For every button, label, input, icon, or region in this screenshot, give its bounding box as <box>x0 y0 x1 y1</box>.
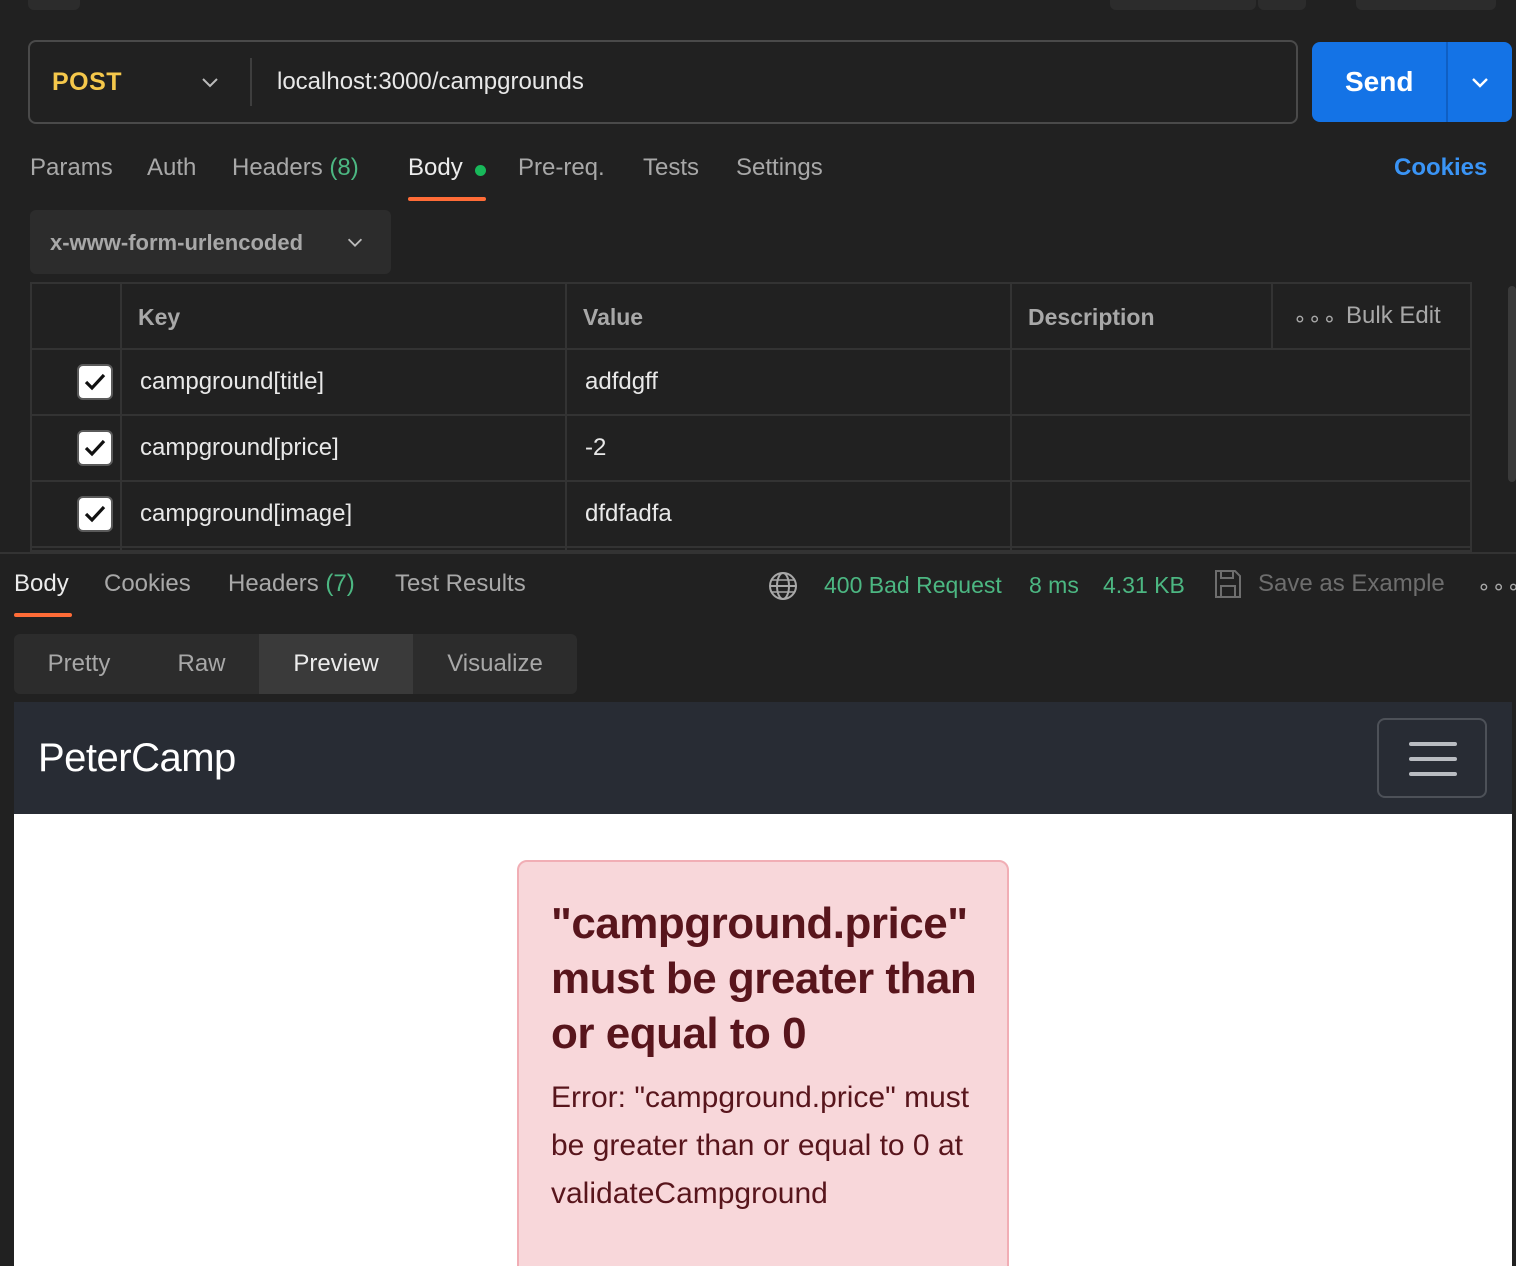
error-alert: "campground.price" must be greater than … <box>517 860 1009 1266</box>
tab-params[interactable]: Params <box>30 154 113 182</box>
check-icon <box>84 439 106 457</box>
param-value[interactable]: dfdfadfa <box>585 500 672 528</box>
table-row: campground[price] -2 <box>32 416 1470 482</box>
send-label: Send <box>1345 66 1414 97</box>
view-tab-visualize[interactable]: Visualize <box>413 634 577 694</box>
tab-tests[interactable]: Tests <box>643 154 699 182</box>
view-tab-raw[interactable]: Raw <box>144 634 259 694</box>
check-icon <box>84 505 106 523</box>
body-type-label: x-www-form-urlencoded <box>50 230 304 255</box>
response-view-tabs: Pretty Raw Preview Visualize <box>14 634 577 694</box>
pane-divider[interactable] <box>0 552 1516 554</box>
chevron-down-icon[interactable] <box>198 70 222 94</box>
params-table: Key Value Description ∘∘∘ Bulk Edit camp… <box>30 282 1472 552</box>
tab-settings[interactable]: Settings <box>736 154 823 182</box>
view-tab-pretty[interactable]: Pretty <box>14 634 144 694</box>
active-tab-underline <box>14 613 72 617</box>
table-header-row: Key Value Description ∘∘∘ Bulk Edit <box>32 284 1470 350</box>
hamburger-icon <box>1409 742 1457 746</box>
status-code[interactable]: 400 Bad Request <box>824 572 1002 599</box>
check-icon <box>84 373 106 391</box>
response-tab-test-results[interactable]: Test Results <box>395 570 526 598</box>
tab-body[interactable]: Body <box>408 154 463 182</box>
toolbar-stub <box>28 0 80 10</box>
column-divider <box>1271 284 1273 350</box>
url-input[interactable]: localhost:3000/campgrounds <box>277 68 584 96</box>
toolbar-stub <box>1258 0 1306 10</box>
chevron-down-icon <box>347 238 363 247</box>
navbar-brand[interactable]: PeterCamp <box>38 736 236 781</box>
headers-count: (8) <box>329 154 359 181</box>
toolbar-stub <box>1356 0 1496 10</box>
table-row: campground[image] dfdfadfa <box>32 482 1470 548</box>
navbar-toggler-button[interactable] <box>1377 718 1487 798</box>
response-tab-headers[interactable]: Headers (7) <box>228 570 355 598</box>
row-checkbox[interactable] <box>77 496 113 532</box>
send-button[interactable]: Send <box>1312 42 1512 122</box>
response-tab-cookies[interactable]: Cookies <box>104 570 191 598</box>
column-header-key: Key <box>138 304 181 330</box>
tab-headers[interactable]: Headers (8) <box>232 154 359 182</box>
alert-message: Error: "campground.price" must be greate… <box>551 1081 970 1210</box>
request-url-bar: POST localhost:3000/campgrounds <box>28 40 1298 124</box>
divider <box>1446 42 1448 122</box>
active-tab-underline <box>408 197 486 201</box>
param-value[interactable]: adfdgff <box>585 368 658 396</box>
tab-prereq[interactable]: Pre-req. <box>518 154 605 182</box>
save-as-example-button[interactable]: Save as Example <box>1258 570 1445 598</box>
column-header-description: Description <box>1028 304 1155 330</box>
body-type-dropdown[interactable]: x-www-form-urlencoded <box>30 210 391 274</box>
response-preview: PeterCamp "campground.price" must be gre… <box>14 702 1512 1266</box>
param-key[interactable]: campground[image] <box>140 500 352 528</box>
hamburger-icon <box>1409 757 1457 761</box>
response-time[interactable]: 8 ms <box>1029 572 1079 599</box>
tab-headers-label: Headers <box>232 154 323 181</box>
more-options-icon[interactable]: ∘∘∘ <box>1477 574 1516 600</box>
column-header-value: Value <box>583 304 644 330</box>
divider <box>250 58 252 106</box>
bulk-edit-button[interactable]: Bulk Edit <box>1346 302 1441 330</box>
row-checkbox[interactable] <box>77 364 113 400</box>
column-divider <box>1010 284 1012 550</box>
tab-auth[interactable]: Auth <box>147 154 196 182</box>
response-tab-headers-label: Headers <box>228 570 319 597</box>
globe-icon[interactable] <box>767 570 799 602</box>
view-tab-preview[interactable]: Preview <box>259 634 413 694</box>
cookies-link[interactable]: Cookies <box>1394 154 1487 182</box>
table-row: campground[title] adfdgff <box>32 350 1470 416</box>
body-indicator-dot <box>475 165 486 176</box>
hamburger-icon <box>1409 772 1457 776</box>
alert-heading: "campground.price" must be greater than … <box>551 899 977 1058</box>
response-size[interactable]: 4.31 KB <box>1103 572 1185 599</box>
param-key[interactable]: campground[title] <box>140 368 324 396</box>
method-select[interactable]: POST <box>52 68 122 97</box>
chevron-down-icon[interactable] <box>1468 70 1492 94</box>
vertical-scrollbar[interactable] <box>1508 286 1516 482</box>
column-divider <box>565 284 567 550</box>
toolbar-stub <box>1110 0 1256 10</box>
preview-navbar: PeterCamp <box>14 702 1512 814</box>
more-options-icon[interactable]: ∘∘∘ <box>1293 306 1337 332</box>
response-tab-body[interactable]: Body <box>14 570 69 598</box>
row-checkbox[interactable] <box>77 430 113 466</box>
column-divider <box>120 284 122 550</box>
response-headers-count: (7) <box>325 570 355 597</box>
param-key[interactable]: campground[price] <box>140 434 339 462</box>
param-value[interactable]: -2 <box>585 434 606 462</box>
save-icon <box>1215 570 1241 598</box>
